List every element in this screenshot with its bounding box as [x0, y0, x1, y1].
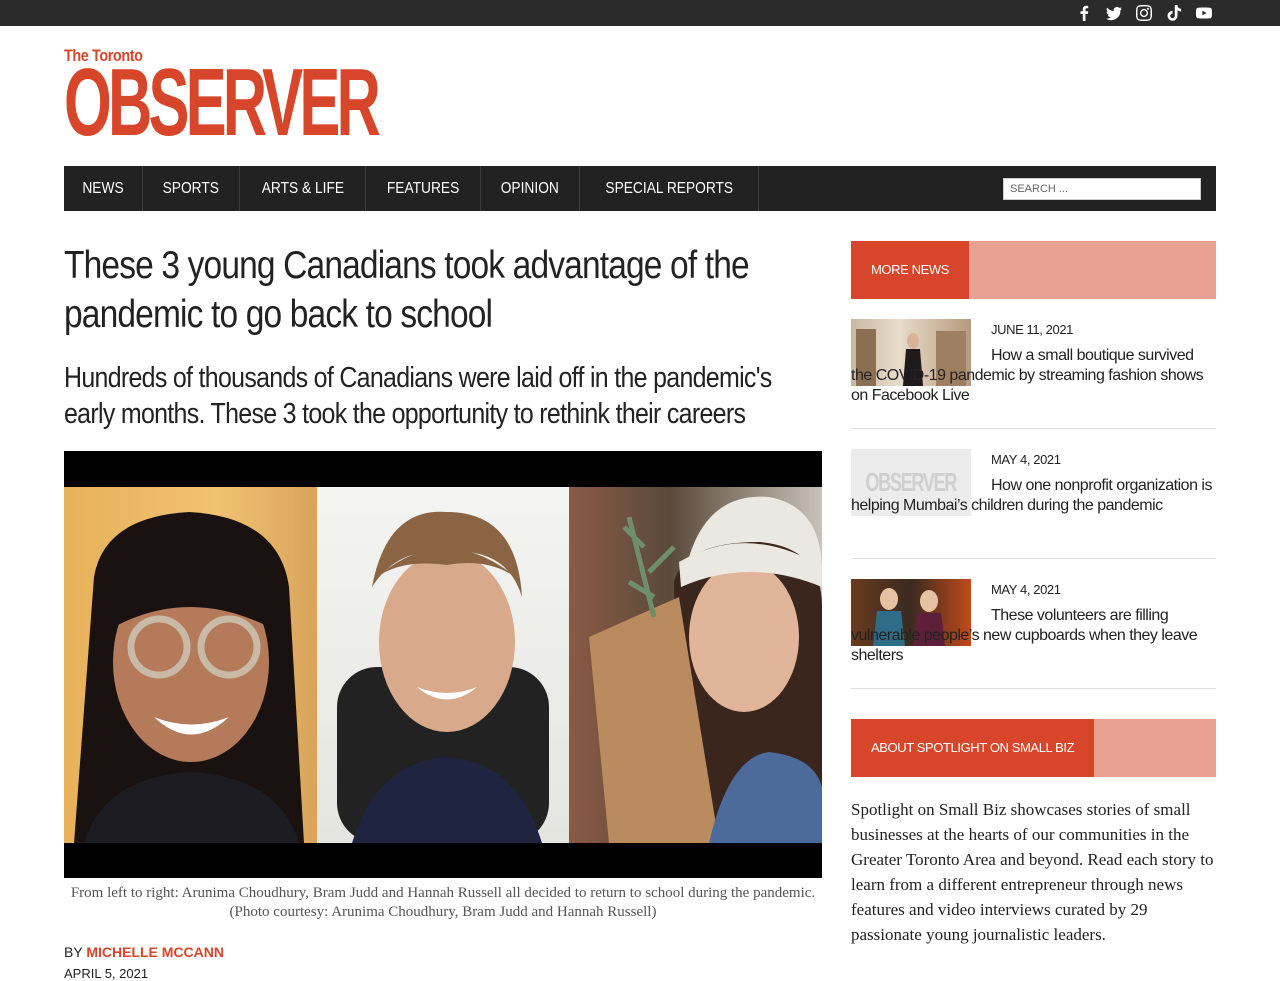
nav-opinion[interactable]: OPINION	[481, 166, 580, 211]
nav-arts-life[interactable]: ARTS & LIFE	[240, 166, 367, 211]
tiktok-icon[interactable]	[1164, 3, 1184, 23]
byline-prefix: BY	[64, 944, 83, 960]
article-subhead: Hundreds of thousands of Canadians were …	[64, 362, 772, 430]
facebook-icon[interactable]	[1074, 3, 1094, 23]
byline: BY MICHELLE MCCANN	[64, 944, 224, 960]
photo-center	[317, 487, 569, 843]
youtube-icon[interactable]	[1194, 3, 1214, 23]
nav-special-reports[interactable]: SPECIAL REPORTS	[580, 166, 760, 211]
sidebar-news-item[interactable]: OBSERVER MAY 4, 2021 How one nonprofit o…	[851, 449, 1216, 559]
more-news-label: MORE NEWS	[851, 241, 970, 299]
logo-big-text: OBSERVER	[64, 49, 381, 156]
search-input[interactable]: SEARCH ...	[1003, 178, 1201, 200]
news-date: MAY 4, 2021	[991, 582, 1061, 597]
sidebar-news-item[interactable]: MAY 4, 2021 These volunteers are filling…	[851, 579, 1216, 689]
social-links	[1074, 3, 1214, 23]
photo-left	[64, 487, 317, 843]
news-date: JUNE 11, 2021	[991, 322, 1073, 337]
nav-sports[interactable]: SPORTS	[143, 166, 240, 211]
article-headline: These 3 young Canadians took advantage o…	[64, 244, 750, 336]
site-logo[interactable]: The Toronto OBSERVER	[64, 46, 381, 151]
top-bar	[0, 0, 1280, 26]
news-title[interactable]: How a small boutique survived the COVID-…	[851, 346, 1216, 406]
sidebar-news-item[interactable]: JUNE 11, 2021 How a small boutique survi…	[851, 319, 1216, 429]
nav-features[interactable]: FEATURES	[366, 166, 482, 211]
author-link[interactable]: MICHELLE MCCANN	[86, 944, 224, 960]
main-nav: NEWS SPORTS ARTS & LIFE FEATURES OPINION…	[64, 166, 1216, 211]
photo-caption: From left to right: Arunima Choudhury, B…	[70, 885, 816, 920]
about-text: Spotlight on Small Biz showcases stories…	[851, 800, 1214, 944]
about-label: ABOUT SPOTLIGHT ON SMALL BIZ	[851, 719, 1095, 777]
news-title[interactable]: How one nonprofit organization is helpin…	[851, 476, 1216, 516]
nav-news[interactable]: NEWS	[64, 166, 143, 211]
more-news-header: MORE NEWS	[851, 241, 1216, 299]
photo-right	[569, 487, 822, 843]
twitter-icon[interactable]	[1104, 3, 1124, 23]
hero-image	[64, 451, 822, 878]
about-header: ABOUT SPOTLIGHT ON SMALL BIZ	[851, 719, 1216, 777]
article-date: APRIL 5, 2021	[64, 966, 149, 981]
instagram-icon[interactable]	[1134, 3, 1154, 23]
news-date: MAY 4, 2021	[991, 452, 1061, 467]
news-title[interactable]: These volunteers are filling vulnerable …	[851, 606, 1216, 666]
